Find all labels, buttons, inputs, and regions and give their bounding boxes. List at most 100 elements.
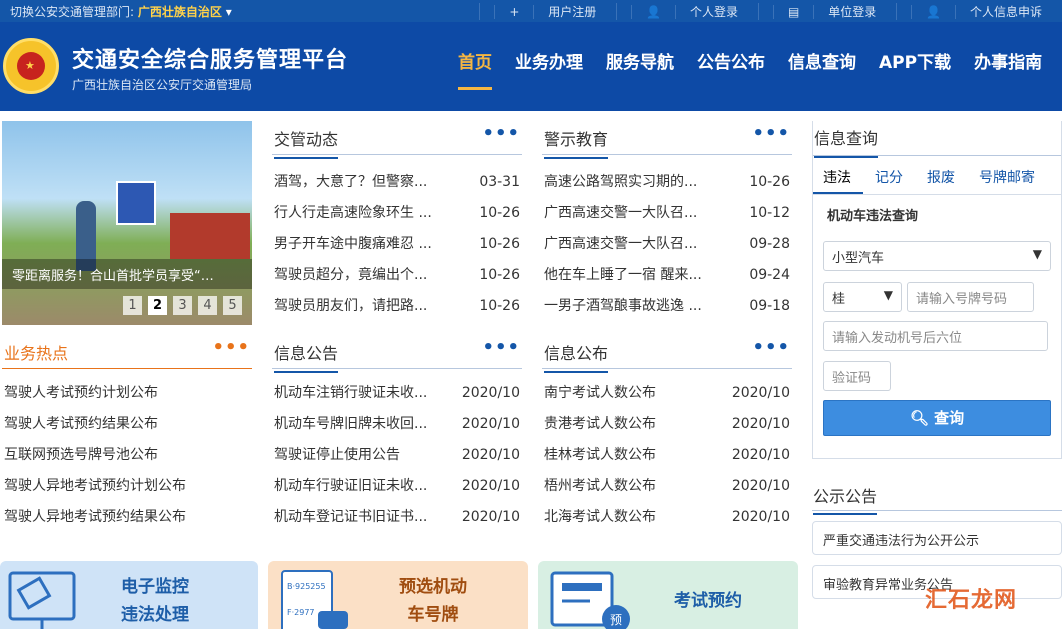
list-item[interactable]: 互联网预选号牌号池公布: [2, 440, 252, 471]
list-item[interactable]: 贵港考试人数公布 2020/10: [542, 409, 792, 440]
list-item[interactable]: 机动车注销行驶证未收... 2020/10: [272, 378, 522, 409]
nav-info-query[interactable]: 信息查询: [788, 48, 856, 90]
vehicle-type-select[interactable]: 小型汽车 ▼: [823, 241, 1051, 271]
more-icon[interactable]: •••: [482, 337, 520, 358]
list-item[interactable]: 机动车登记证书旧证书... 2020/10: [272, 502, 522, 533]
list-item[interactable]: 驾驶人考试预约计划公布: [2, 378, 252, 409]
list-item-text[interactable]: 高速公路驾照实习期的...: [544, 167, 719, 198]
province-select[interactable]: 桂 ▼: [823, 282, 902, 312]
list-item[interactable]: 男子开车途中腹痛难忍 ... 10-26: [272, 229, 522, 260]
list-item-text[interactable]: 机动车号牌旧牌未收回...: [274, 409, 444, 440]
list-item-text[interactable]: 驾驶员超分，竟编出个...: [274, 260, 449, 291]
list-item[interactable]: 桂林考试人数公布 2020/10: [542, 440, 792, 471]
nav-guide[interactable]: 办事指南: [974, 48, 1042, 90]
card-e-monitoring[interactable]: 电子监控 违法处理: [0, 561, 258, 629]
list-item-text[interactable]: 机动车注销行驶证未收...: [274, 378, 444, 409]
register-link[interactable]: + 用户注册: [479, 3, 616, 20]
list-item-date: 2020/10: [731, 509, 790, 525]
site-title: 交通安全综合服务管理平台: [72, 48, 349, 73]
list-item[interactable]: 广西高速交警一大队召... 10-12: [542, 198, 792, 229]
main-nav: 首页 业务办理 服务导航 公告公布 信息查询 APP下载 办事指南: [458, 48, 1062, 90]
list-item[interactable]: 他在车上睡了一宿 醒来... 09-24: [542, 260, 792, 291]
police-emblem-logo: ★: [3, 38, 59, 94]
list-item-date: 10-26: [479, 298, 520, 314]
list-item-text[interactable]: 驾驶人异地考试预约计划公布: [4, 471, 234, 502]
nav-notice[interactable]: 公告公布: [697, 48, 765, 90]
list-item[interactable]: 驾驶员超分，竟编出个... 10-26: [272, 260, 522, 291]
list-item-text[interactable]: 驾驶人异地考试预约结果公布: [4, 502, 234, 533]
list-item-text[interactable]: 驾驶人考试预约结果公布: [4, 409, 234, 440]
list-item-text[interactable]: 驾驶证停止使用公告: [274, 440, 444, 471]
slider-page[interactable]: 5: [223, 296, 242, 315]
query-button[interactable]: 🔍︎ 查询: [823, 400, 1051, 436]
list-item[interactable]: 南宁考试人数公布 2020/10: [542, 378, 792, 409]
list-item[interactable]: 驾驶证停止使用公告 2020/10: [272, 440, 522, 471]
list-item-text[interactable]: 北海考试人数公布: [544, 502, 719, 533]
slider-page[interactable]: 3: [173, 296, 192, 315]
list-item[interactable]: 北海考试人数公布 2020/10: [542, 502, 792, 533]
query-tabs: 违法 记分 报废 号牌邮寄: [813, 156, 1061, 195]
list-item-text[interactable]: 互联网预选号牌号池公布: [4, 440, 234, 471]
list-item-text[interactable]: 梧州考试人数公布: [544, 471, 719, 502]
panel-title: 警示教育: [544, 126, 609, 159]
list-item[interactable]: 驾驶人考试预约结果公布: [2, 409, 252, 440]
list-item[interactable]: 机动车号牌旧牌未收回... 2020/10: [272, 409, 522, 440]
tab-plate-mail[interactable]: 号牌邮寄: [967, 156, 1047, 194]
list-item[interactable]: 梧州考试人数公布 2020/10: [542, 471, 792, 502]
list-item-text[interactable]: 酒驾，大意了？但警察...: [274, 167, 449, 198]
list-item-text[interactable]: 男子开车途中腹痛难忍 ...: [274, 229, 449, 260]
list-item[interactable]: 驾驶人异地考试预约计划公布: [2, 471, 252, 502]
list-item-text[interactable]: 广西高速交警一大队召...: [544, 198, 719, 229]
more-icon[interactable]: •••: [482, 123, 520, 144]
register-label: 用户注册: [533, 5, 607, 19]
nav-app-download[interactable]: APP下载: [879, 48, 951, 90]
chevron-down-icon[interactable]: ▾: [226, 5, 232, 19]
tab-points[interactable]: 记分: [863, 156, 915, 194]
plate-number-input[interactable]: 请输入号牌号码: [907, 282, 1034, 312]
department-switcher[interactable]: 切换公安交通管理部门: 广西壮族自治区 ▾: [10, 3, 232, 20]
nav-home[interactable]: 首页: [458, 48, 492, 90]
tab-violation[interactable]: 违法: [813, 156, 863, 194]
list-item-text[interactable]: 广西高速交警一大队召...: [544, 229, 719, 260]
list-item[interactable]: 一男子酒驾酿事故逃逸 ... 09-18: [542, 291, 792, 322]
card-exam-booking[interactable]: 预 考试预约: [538, 561, 798, 629]
more-icon[interactable]: •••: [752, 337, 790, 358]
notice-item[interactable]: 严重交通违法行为公开公示: [812, 521, 1062, 555]
slider-page[interactable]: 1: [123, 296, 142, 315]
list-item[interactable]: 行人行走高速险象环生 ... 10-26: [272, 198, 522, 229]
tab-scrap[interactable]: 报废: [915, 156, 967, 194]
list-item-text[interactable]: 桂林考试人数公布: [544, 440, 719, 471]
list-item-text[interactable]: 贵港考试人数公布: [544, 409, 719, 440]
nav-service[interactable]: 服务导航: [606, 48, 674, 90]
engine-number-input[interactable]: 请输入发动机号后六位: [823, 321, 1048, 351]
nav-business[interactable]: 业务办理: [515, 48, 583, 90]
list-item[interactable]: 驾驶员朋友们，请把路... 10-26: [272, 291, 522, 322]
list-item-text[interactable]: 驾驶人考试预约计划公布: [4, 378, 234, 409]
list-item-text[interactable]: 驾驶员朋友们，请把路...: [274, 291, 449, 322]
slider-page-active[interactable]: 2: [148, 296, 167, 315]
unit-login-link[interactable]: ▤ 单位登录: [758, 3, 896, 20]
list-item[interactable]: 酒驾，大意了？但警察... 03-31: [272, 167, 522, 198]
more-icon[interactable]: •••: [212, 337, 250, 358]
list-item[interactable]: 广西高速交警一大队召... 09-28: [542, 229, 792, 260]
user-icon: 👤: [911, 5, 955, 19]
captcha-input[interactable]: 验证码: [823, 361, 891, 391]
slider-caption[interactable]: 零距离服务！合山首批学员享受“…: [2, 259, 252, 289]
list-item[interactable]: 高速公路驾照实习期的... 10-26: [542, 167, 792, 198]
department-value[interactable]: 广西壮族自治区: [138, 5, 222, 19]
list-item-date: 2020/10: [461, 509, 520, 525]
news-slider[interactable]: 零距离服务！合山首批学员享受“… 1 2 3 4 5: [2, 121, 252, 325]
personal-login-link[interactable]: 👤 个人登录: [616, 3, 758, 20]
card-preselect-plate[interactable]: B·925255 F·2977 预选机动 车号牌: [268, 561, 528, 629]
list-item[interactable]: 机动车行驶证旧证未收... 2020/10: [272, 471, 522, 502]
list-item-text[interactable]: 南宁考试人数公布: [544, 378, 719, 409]
list-item-text[interactable]: 一男子酒驾酿事故逃逸 ...: [544, 291, 719, 322]
list-item-text[interactable]: 机动车行驶证旧证未收...: [274, 471, 444, 502]
appeal-link[interactable]: 👤 个人信息申诉: [896, 3, 1062, 20]
list-item-text[interactable]: 行人行走高速险象环生 ...: [274, 198, 449, 229]
slider-page[interactable]: 4: [198, 296, 217, 315]
list-item-text[interactable]: 机动车登记证书旧证书...: [274, 502, 444, 533]
list-item-text[interactable]: 他在车上睡了一宿 醒来...: [544, 260, 719, 291]
list-item[interactable]: 驾驶人异地考试预约结果公布: [2, 502, 252, 533]
more-icon[interactable]: •••: [752, 123, 790, 144]
